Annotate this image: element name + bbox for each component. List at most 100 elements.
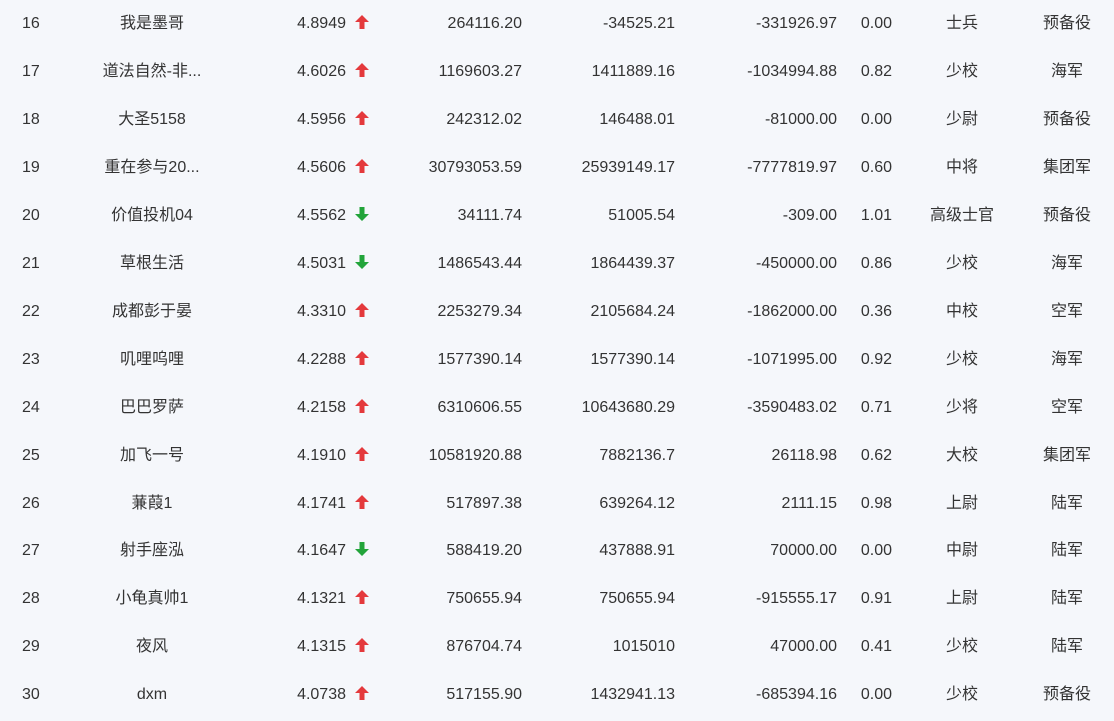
ratio-cell: 0.00	[860, 542, 892, 559]
rank-cell: 24	[22, 399, 40, 416]
rank-cell: 29	[22, 638, 40, 655]
value3-cell: 26118.98	[771, 447, 837, 464]
value2-cell: 639264.12	[599, 495, 675, 512]
table-row[interactable]: 20 价值投机04 4.5562 34111.74 51005.54 -309.00 1.0…	[0, 192, 1114, 240]
table-row[interactable]: 29 夜风 4.1315 876704.74 1015010 47000.00 0.41 少校…	[0, 623, 1114, 671]
trend-cell	[353, 144, 371, 192]
trend-up-icon	[355, 447, 369, 462]
name-cell: 我是墨哥	[119, 15, 184, 32]
ratio-cell: 0.98	[860, 495, 892, 512]
value2-cell: 146488.01	[599, 111, 675, 128]
army-cell: 空军	[1050, 303, 1083, 320]
trend-down-icon	[355, 542, 369, 557]
ratio-cell: 0.82	[860, 63, 892, 80]
value1-cell: 34111.74	[457, 207, 522, 224]
value1-cell: 750655.94	[446, 590, 522, 607]
ratio-cell: 0.60	[860, 159, 892, 176]
value3-cell: -3590483.02	[747, 399, 837, 416]
value1-cell: 1169603.27	[438, 63, 522, 80]
value2-cell: 1015010	[612, 638, 675, 655]
name-cell: 蒹葭1	[131, 495, 173, 512]
trend-cell	[353, 336, 371, 384]
trend-up-icon	[355, 590, 369, 605]
rank-cell: 18	[22, 111, 40, 128]
value3-cell: -685394.16	[756, 686, 837, 703]
rank-title-cell: 高级士官	[929, 207, 994, 224]
name-cell: 草根生活	[119, 255, 184, 272]
army-cell: 海军	[1050, 351, 1083, 368]
table-row[interactable]: 30 dxm 4.0738 517155.90 1432941.13 -685394.16…	[0, 671, 1114, 719]
rank-title-cell: 中尉	[945, 542, 978, 559]
score-cell: 4.5606	[297, 159, 346, 176]
trend-cell	[353, 623, 371, 671]
value1-cell: 10581920.88	[428, 447, 522, 464]
value2-cell: 51005.54	[608, 207, 675, 224]
trend-up-icon	[355, 686, 369, 701]
ratio-cell: 0.91	[860, 590, 892, 607]
value2-cell: -34525.21	[602, 15, 675, 32]
score-cell: 4.8949	[297, 15, 346, 32]
trend-up-icon	[355, 303, 369, 318]
rank-title-cell: 大校	[945, 447, 978, 464]
value3-cell: -1034994.88	[747, 63, 837, 80]
rank-cell: 25	[22, 447, 40, 464]
trend-cell	[353, 0, 371, 48]
name-cell: 加飞一号	[119, 447, 184, 464]
value2-cell: 750655.94	[599, 590, 675, 607]
score-cell: 4.1647	[297, 542, 346, 559]
value1-cell: 242312.02	[446, 111, 522, 128]
trend-cell	[353, 575, 371, 623]
value2-cell: 1577390.14	[590, 351, 675, 368]
table-row[interactable]: 25 加飞一号 4.1910 10581920.88 7882136.7 26118.98…	[0, 432, 1114, 480]
value2-cell: 437888.91	[599, 542, 675, 559]
rank-cell: 30	[22, 686, 40, 703]
value2-cell: 25939149.17	[581, 159, 675, 176]
value2-cell: 1411889.16	[591, 63, 675, 80]
table-row[interactable]: 17 道法自然-非... 4.6026 1169603.27 1411889.16 -10…	[0, 48, 1114, 96]
value1-cell: 517155.90	[446, 686, 522, 703]
name-cell: 价值投机04	[111, 207, 193, 224]
score-cell: 4.1321	[297, 590, 346, 607]
table-row[interactable]: 18 大圣5158 4.5956 242312.02 146488.01 -81000.0…	[0, 96, 1114, 144]
trend-cell	[353, 240, 371, 288]
army-cell: 海军	[1050, 63, 1083, 80]
value3-cell: -81000.00	[764, 111, 837, 128]
score-cell: 4.6026	[297, 63, 346, 80]
table-row[interactable]: 19 重在参与20... 4.5606 30793053.59 25939149.17 -…	[0, 144, 1114, 192]
name-cell: 重在参与20...	[104, 159, 200, 176]
table-row[interactable]: 28 小龟真帅1 4.1321 750655.94 750655.94 -915555.1…	[0, 575, 1114, 623]
army-cell: 预备役	[1042, 111, 1091, 128]
army-cell: 预备役	[1042, 686, 1091, 703]
rank-cell: 23	[22, 351, 40, 368]
army-cell: 空军	[1050, 399, 1083, 416]
trend-cell	[353, 480, 371, 528]
trend-up-icon	[355, 63, 369, 78]
table-row[interactable]: 21 草根生活 4.5031 1486543.44 1864439.37 -450000.…	[0, 240, 1114, 288]
table-row[interactable]: 26 蒹葭1 4.1741 517897.38 639264.12 2111.15 0.98…	[0, 480, 1114, 528]
rank-title-cell: 少校	[945, 638, 978, 655]
table-row[interactable]: 24 巴巴罗萨 4.2158 6310606.55 10643680.29 -359048…	[0, 384, 1114, 432]
trend-up-icon	[355, 111, 369, 126]
value1-cell: 876704.74	[446, 638, 522, 655]
value1-cell: 517897.38	[446, 495, 522, 512]
ratio-cell: 0.92	[860, 351, 892, 368]
name-cell: 巴巴罗萨	[119, 399, 184, 416]
rank-cell: 17	[22, 63, 40, 80]
table-row[interactable]: 16 我是墨哥 4.8949 264116.20 -34525.21 -331926.97…	[0, 0, 1114, 48]
trend-up-icon	[355, 495, 369, 510]
value3-cell: -450000.00	[756, 255, 837, 272]
ratio-cell: 0.00	[860, 15, 892, 32]
name-cell: 射手座泓	[119, 542, 184, 559]
rank-title-cell: 少尉	[945, 111, 978, 128]
score-cell: 4.5956	[297, 111, 346, 128]
value3-cell: -7777819.97	[747, 159, 837, 176]
table-row[interactable]: 22 成都彭于晏 4.3310 2253279.34 2105684.24 -186200…	[0, 288, 1114, 336]
rank-cell: 19	[22, 159, 40, 176]
value3-cell: -1071995.00	[747, 351, 837, 368]
rank-title-cell: 中校	[945, 303, 978, 320]
trend-up-icon	[355, 351, 369, 366]
value3-cell: 2111.15	[781, 495, 837, 512]
value3-cell: -1862000.00	[747, 303, 837, 320]
table-row[interactable]: 23 叽哩呜哩 4.2288 1577390.14 1577390.14 -1071995…	[0, 336, 1114, 384]
table-row[interactable]: 27 射手座泓 4.1647 588419.20 437888.91 70000.00 0.…	[0, 527, 1114, 575]
